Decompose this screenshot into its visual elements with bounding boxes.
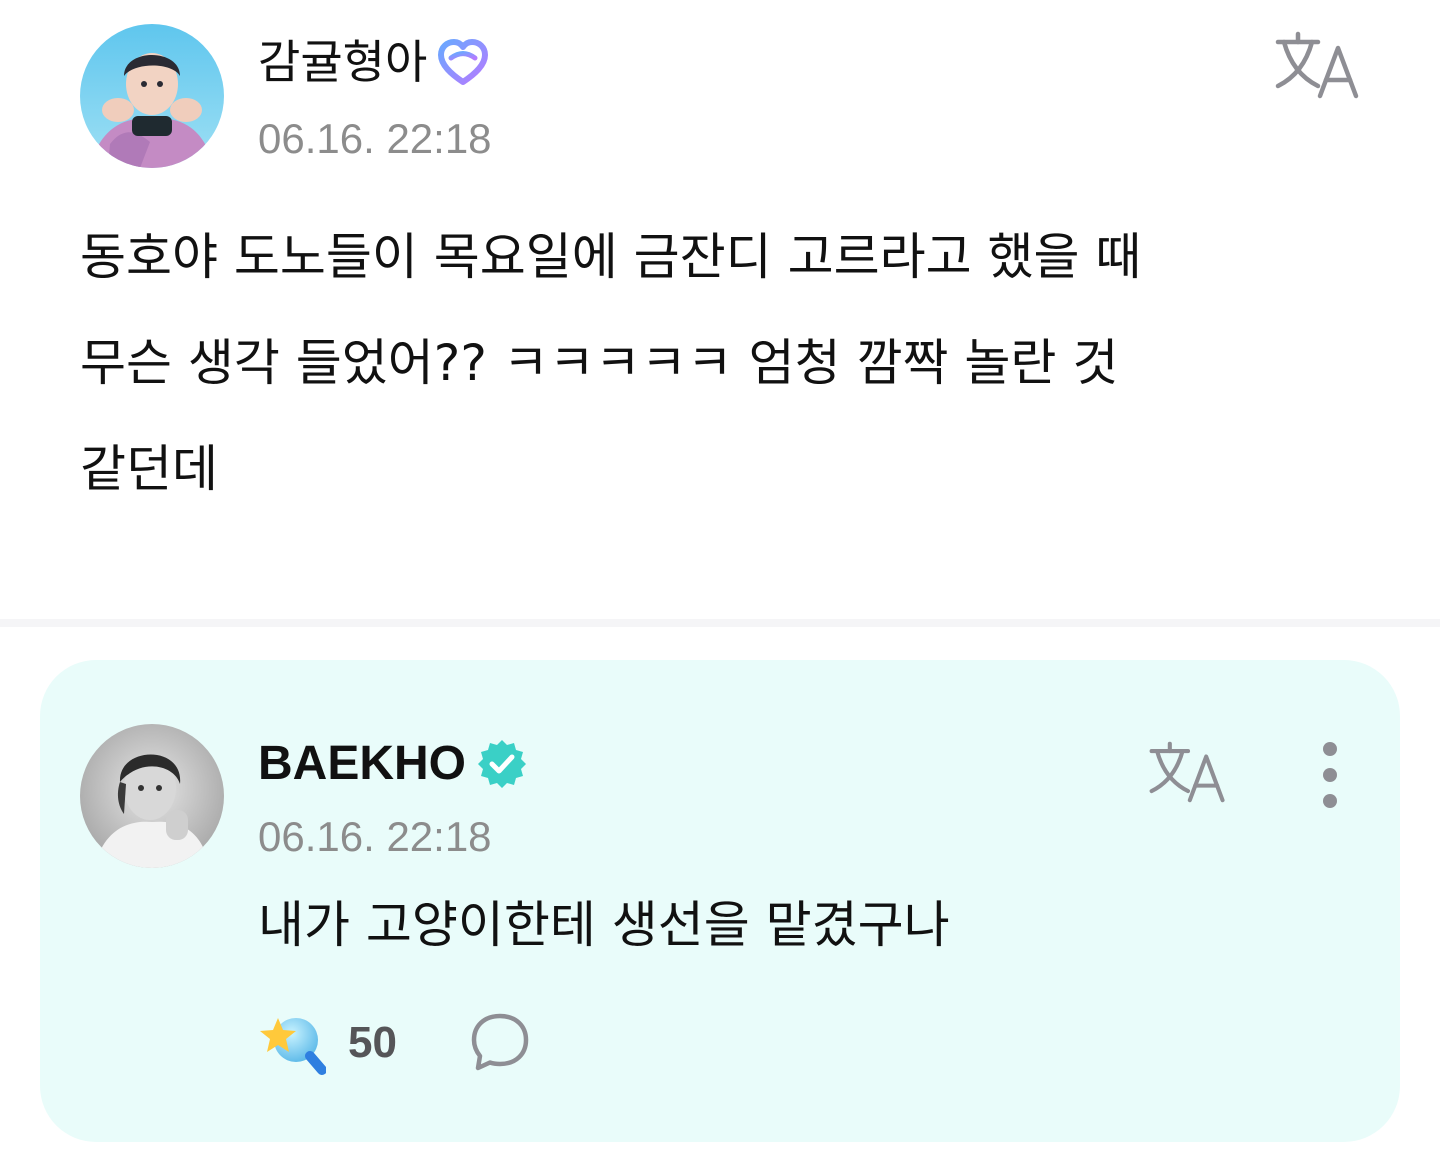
post-body-line: 무슨 생각 들었어?? ㅋㅋㅋㅋㅋ 엄청 깜짝 놀란 것 (80, 334, 1119, 392)
comment-timestamp: 06.16. 22:18 (258, 813, 492, 860)
translate-icon (1275, 31, 1359, 99)
post-timestamp: 06.16. 22:18 (258, 115, 492, 162)
more-options-button[interactable] (1312, 742, 1348, 808)
post-translate-button[interactable] (1274, 30, 1362, 100)
star-lightstick-icon (260, 1018, 326, 1075)
comment-author-name-text: BAEKHO (258, 737, 467, 790)
comment-translate-button[interactable] (1148, 740, 1228, 804)
more-vertical-icon (1323, 794, 1337, 808)
comment-text: 내가 고양이한테 생선을 맡겼구나 (258, 896, 950, 954)
artist-avatar-photo (80, 724, 224, 868)
comment-author-avatar[interactable] (80, 724, 224, 868)
more-vertical-icon (1323, 768, 1337, 782)
user-avatar-photo (80, 24, 224, 168)
heart-badge-icon (438, 39, 489, 85)
artist-comment-card: BAEKHO 06.16. 22:18 내가 고양이한테 생선을 맡겼구나 50 (40, 660, 1400, 1142)
verified-badge-icon (478, 740, 527, 788)
post-body-line: 같던데 (80, 440, 218, 498)
post-author-name[interactable]: 감귤형아 (258, 34, 489, 90)
post-author-name-text: 감귤형아 (258, 35, 428, 89)
translate-icon (1149, 741, 1225, 803)
post-author-avatar[interactable] (80, 24, 224, 168)
more-vertical-icon (1323, 742, 1337, 756)
post-body-line: 동호야 도노들이 목요일에 금잔디 고르라고 했을 때 (80, 228, 1142, 286)
section-divider (0, 619, 1440, 627)
speech-bubble-icon (471, 1013, 529, 1071)
reply-button[interactable] (468, 1010, 532, 1074)
post-body: 동호야 도노들이 목요일에 금잔디 고르라고 했을 때 무슨 생각 들었어?? … (80, 204, 1370, 522)
reaction-count: 50 (348, 1018, 397, 1067)
reaction-button[interactable]: 50 (258, 1010, 397, 1076)
fan-post: 감귤형아 06.16. 22:18 동호야 도노들이 목요일에 금잔디 고르라고… (0, 0, 1440, 620)
comment-author-name[interactable]: BAEKHO (258, 736, 528, 792)
